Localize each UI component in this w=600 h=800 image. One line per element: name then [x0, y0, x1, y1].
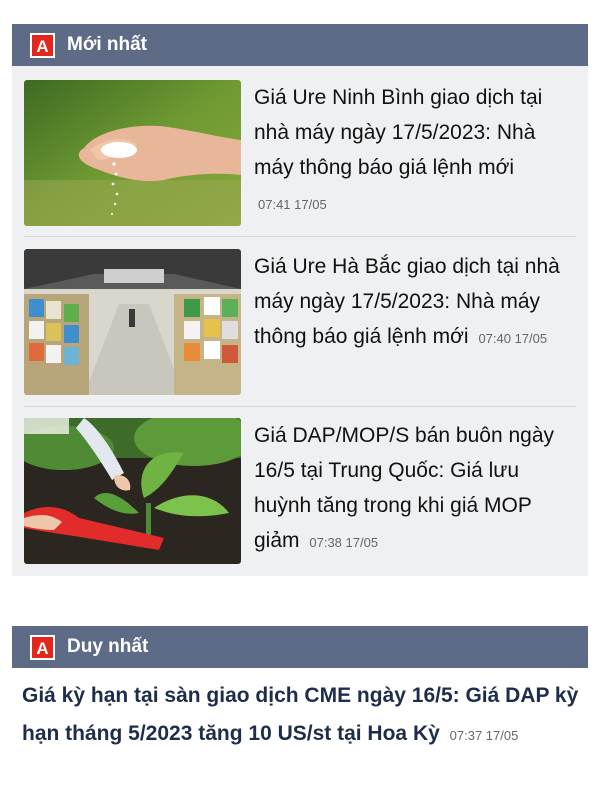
unique-article-item[interactable]: Giá kỳ hạn tại sàn giao dịch CME ngày 16…	[22, 677, 582, 755]
section-title: Duy nhất	[67, 636, 149, 657]
article-thumbnail[interactable]	[24, 249, 241, 395]
svg-text:A: A	[36, 37, 48, 56]
article-time: 07:38 17/05	[309, 535, 379, 550]
unique-section-header: A Duy nhất	[12, 626, 588, 668]
divider	[24, 406, 576, 407]
article-headline[interactable]: Giá Ure Hà Bắc giao dịch tại nhà máy ngà…	[254, 249, 574, 356]
brand-logo-icon: A	[30, 634, 55, 660]
article-time: 07:41 17/05	[258, 197, 327, 212]
article-headline[interactable]: Giá Ure Ninh Bình giao dịch tại nhà máy …	[254, 80, 574, 222]
article-time: 07:40 17/05	[478, 331, 548, 346]
article-time: 07:37 17/05	[449, 728, 519, 743]
article-title[interactable]: Giá Ure Ninh Bình giao dịch tại nhà máy …	[254, 86, 542, 179]
unique-news-section: A Duy nhất	[12, 626, 588, 668]
section-title: Mới nhất	[67, 34, 147, 55]
svg-text:A: A	[36, 639, 48, 658]
latest-section-header: A Mới nhất	[12, 24, 588, 66]
article-title[interactable]: Giá DAP/MOP/S bán buôn ngày 16/5 tại Tru…	[254, 424, 554, 552]
news-article-item[interactable]: Giá DAP/MOP/S bán buôn ngày 16/5 tại Tru…	[24, 418, 576, 564]
article-headline[interactable]: Giá DAP/MOP/S bán buôn ngày 16/5 tại Tru…	[254, 418, 574, 560]
brand-logo-icon: A	[30, 32, 55, 58]
latest-news-section: A Mới nhất Giá Ure Ninh Bình giao dịch t…	[12, 24, 588, 576]
news-article-item[interactable]: Giá Ure Ninh Bình giao dịch tại nhà máy …	[24, 80, 576, 226]
article-thumbnail[interactable]	[24, 80, 241, 226]
article-thumbnail[interactable]	[24, 418, 241, 564]
divider	[24, 236, 576, 237]
news-article-item[interactable]: Giá Ure Hà Bắc giao dịch tại nhà máy ngà…	[24, 249, 576, 395]
